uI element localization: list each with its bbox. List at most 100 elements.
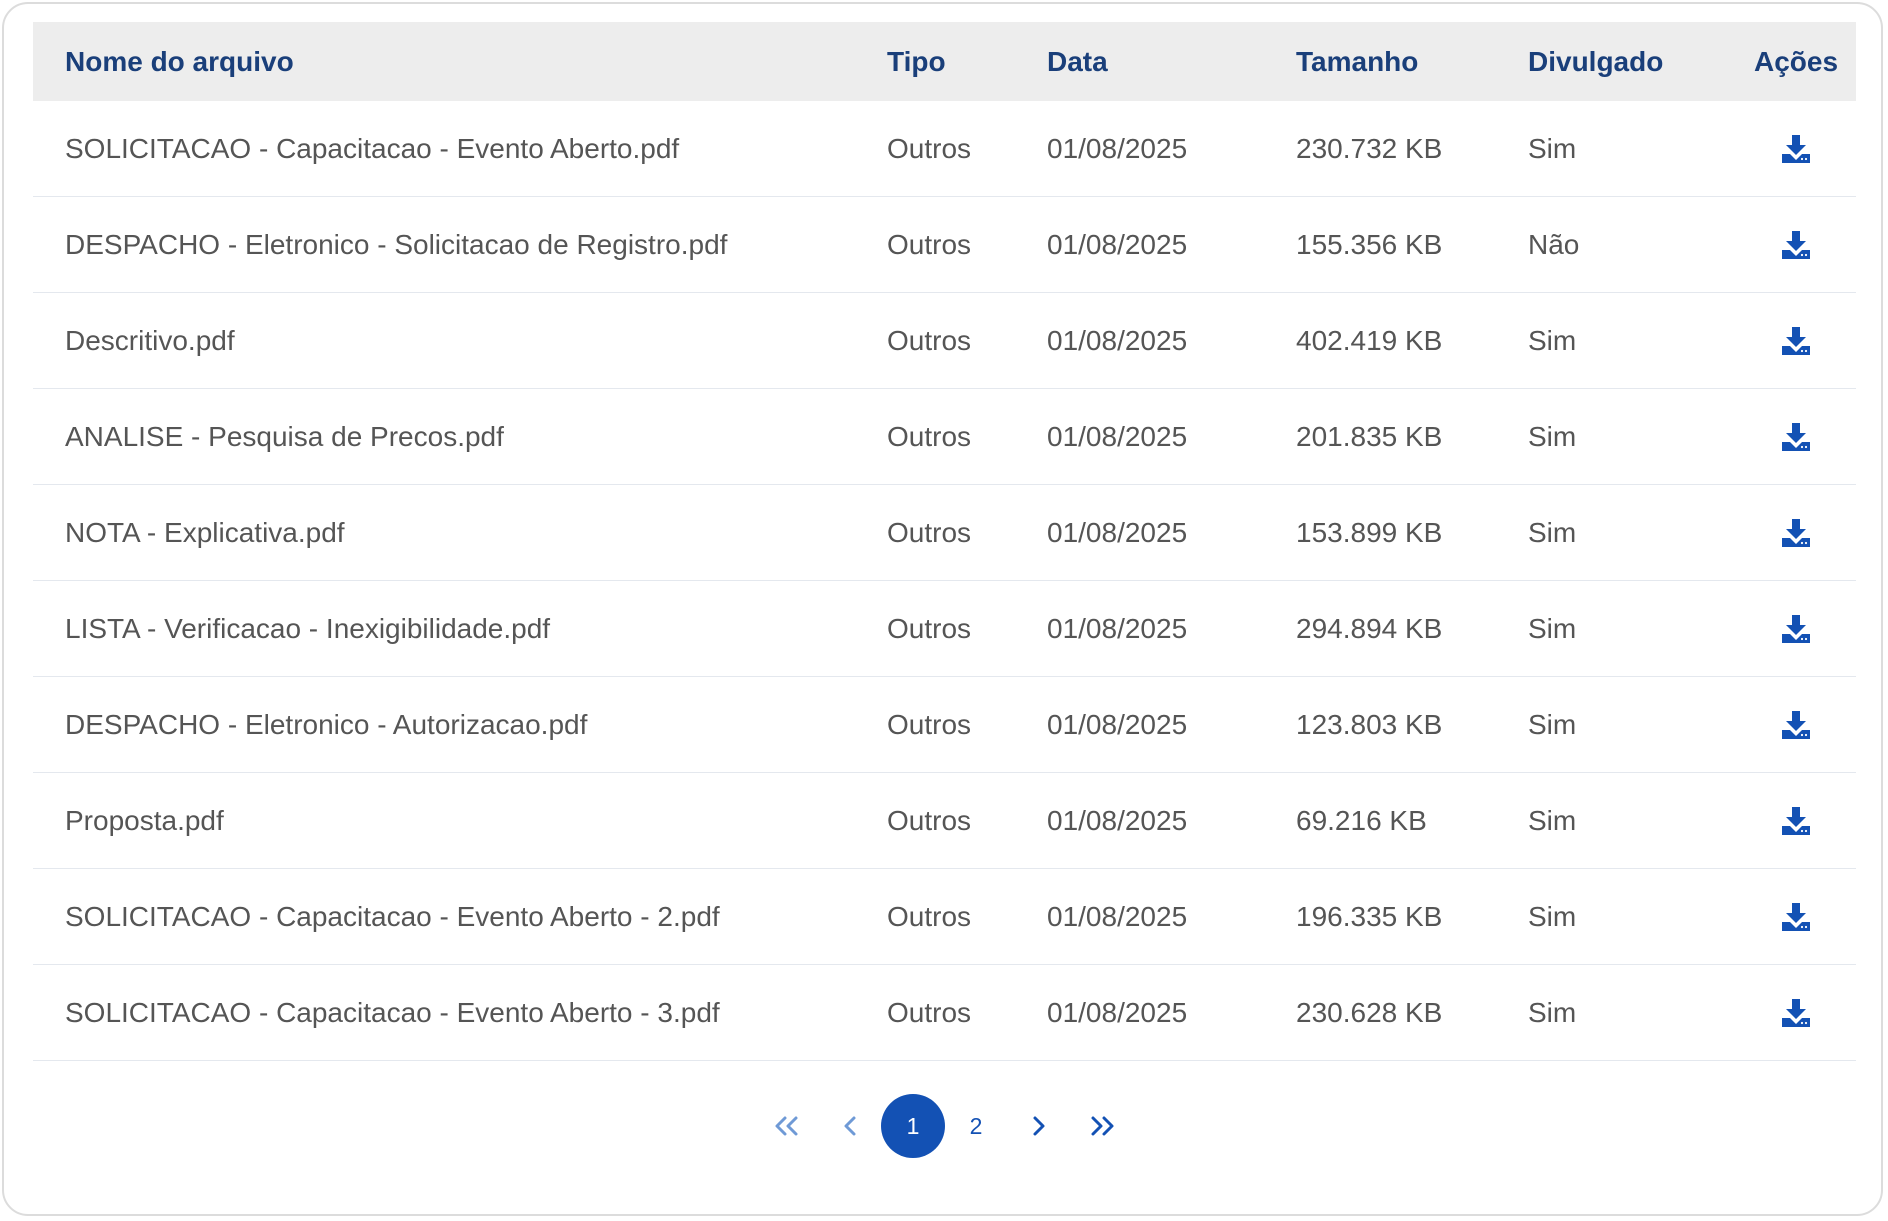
published-cell: Sim bbox=[1528, 996, 1577, 1028]
file-type-cell: Outros bbox=[887, 900, 972, 932]
file-size-cell: 153.899 KB bbox=[1296, 516, 1443, 548]
download-icon bbox=[1782, 998, 1810, 1027]
files-table: Nome do arquivo Tipo Data Tamanho Divulg… bbox=[33, 22, 1856, 1061]
header-size: Tamanho bbox=[1296, 45, 1419, 77]
header-published: Divulgado bbox=[1528, 45, 1664, 77]
actions-cell bbox=[1751, 485, 1841, 580]
actions-cell bbox=[1751, 869, 1841, 964]
file-size-cell: 201.835 KB bbox=[1296, 420, 1443, 452]
download-button[interactable] bbox=[1776, 321, 1816, 361]
actions-cell bbox=[1751, 965, 1841, 1060]
file-type-cell: Outros bbox=[887, 804, 972, 836]
table-row: SOLICITACAO - Capacitacao - Evento Abert… bbox=[33, 965, 1856, 1061]
published-cell: Sim bbox=[1528, 324, 1577, 356]
file-size-cell: 294.894 KB bbox=[1296, 612, 1443, 644]
file-type-cell: Outros bbox=[887, 132, 972, 164]
file-date-cell: 01/08/2025 bbox=[1047, 900, 1188, 932]
file-date-cell: 01/08/2025 bbox=[1047, 324, 1188, 356]
actions-cell bbox=[1751, 389, 1841, 484]
chevron-left-icon bbox=[844, 1116, 856, 1136]
file-name-cell: LISTA - Verificacao - Inexigibilidade.pd… bbox=[65, 612, 551, 644]
table-row: Proposta.pdf Outros 01/08/2025 69.216 KB Sim bbox=[33, 773, 1856, 869]
file-date-cell: 01/08/2025 bbox=[1047, 996, 1188, 1028]
table-header: Nome do arquivo Tipo Data Tamanho Divulg… bbox=[33, 22, 1856, 101]
page-2-button[interactable]: 2 bbox=[944, 1094, 1008, 1158]
download-button[interactable] bbox=[1776, 225, 1816, 265]
download-button[interactable] bbox=[1776, 801, 1816, 841]
file-name-cell: Descritivo.pdf bbox=[65, 324, 235, 356]
header-date: Data bbox=[1047, 45, 1108, 77]
actions-cell bbox=[1751, 773, 1841, 868]
header-name: Nome do arquivo bbox=[65, 45, 294, 77]
actions-cell bbox=[1751, 101, 1841, 196]
actions-cell bbox=[1751, 293, 1841, 388]
download-icon bbox=[1782, 806, 1810, 835]
file-type-cell: Outros bbox=[887, 612, 972, 644]
download-button[interactable] bbox=[1776, 513, 1816, 553]
file-date-cell: 01/08/2025 bbox=[1047, 612, 1188, 644]
double-chevron-left-icon bbox=[775, 1116, 798, 1136]
file-name-cell: Proposta.pdf bbox=[65, 804, 224, 836]
download-icon bbox=[1782, 902, 1810, 931]
file-date-cell: 01/08/2025 bbox=[1047, 708, 1188, 740]
download-button[interactable] bbox=[1776, 129, 1816, 169]
file-name-cell: NOTA - Explicativa.pdf bbox=[65, 516, 345, 548]
file-name-cell: SOLICITACAO - Capacitacao - Evento Abert… bbox=[65, 900, 720, 932]
last-page-button[interactable] bbox=[1080, 1094, 1124, 1158]
published-cell: Sim bbox=[1528, 420, 1577, 452]
download-icon bbox=[1782, 710, 1810, 739]
file-type-cell: Outros bbox=[887, 228, 972, 260]
download-icon bbox=[1782, 614, 1810, 643]
download-button[interactable] bbox=[1776, 897, 1816, 937]
file-type-cell: Outros bbox=[887, 420, 972, 452]
first-page-button[interactable] bbox=[765, 1094, 809, 1158]
file-name-cell: DESPACHO - Eletronico - Solicitacao de R… bbox=[65, 228, 728, 260]
published-cell: Sim bbox=[1528, 804, 1577, 836]
file-size-cell: 196.335 KB bbox=[1296, 900, 1443, 932]
download-button[interactable] bbox=[1776, 417, 1816, 457]
actions-cell bbox=[1751, 581, 1841, 676]
published-cell: Sim bbox=[1528, 900, 1577, 932]
download-icon bbox=[1782, 134, 1810, 163]
published-cell: Sim bbox=[1528, 516, 1577, 548]
actions-cell bbox=[1751, 677, 1841, 772]
next-page-button[interactable] bbox=[1016, 1094, 1060, 1158]
double-chevron-right-icon bbox=[1091, 1116, 1114, 1136]
actions-cell bbox=[1751, 197, 1841, 292]
file-size-cell: 155.356 KB bbox=[1296, 228, 1443, 260]
file-date-cell: 01/08/2025 bbox=[1047, 132, 1188, 164]
file-date-cell: 01/08/2025 bbox=[1047, 804, 1188, 836]
published-cell: Sim bbox=[1528, 708, 1577, 740]
file-date-cell: 01/08/2025 bbox=[1047, 420, 1188, 452]
published-cell: Sim bbox=[1528, 132, 1577, 164]
table-row: Descritivo.pdf Outros 01/08/2025 402.419 KB… bbox=[33, 293, 1856, 389]
file-size-cell: 123.803 KB bbox=[1296, 708, 1443, 740]
table-row: DESPACHO - Eletronico - Solicitacao de R… bbox=[33, 197, 1856, 293]
header-type: Tipo bbox=[887, 45, 946, 77]
download-icon bbox=[1782, 518, 1810, 547]
file-name-cell: DESPACHO - Eletronico - Autorizacao.pdf bbox=[65, 708, 588, 740]
file-size-cell: 402.419 KB bbox=[1296, 324, 1443, 356]
file-name-cell: SOLICITACAO - Capacitacao - Evento Abert… bbox=[65, 996, 720, 1028]
published-cell: Não bbox=[1528, 228, 1580, 260]
file-size-cell: 69.216 KB bbox=[1296, 804, 1427, 836]
previous-page-button[interactable] bbox=[829, 1094, 873, 1158]
download-button[interactable] bbox=[1776, 993, 1816, 1033]
file-type-cell: Outros bbox=[887, 516, 972, 548]
page-1-button[interactable]: 1 bbox=[881, 1094, 945, 1158]
published-cell: Sim bbox=[1528, 612, 1577, 644]
file-name-cell: SOLICITACAO - Capacitacao - Evento Abert… bbox=[65, 132, 680, 164]
download-button[interactable] bbox=[1776, 705, 1816, 745]
table-row: SOLICITACAO - Capacitacao - Evento Abert… bbox=[33, 101, 1856, 197]
file-size-cell: 230.732 KB bbox=[1296, 132, 1443, 164]
file-name-cell: ANALISE - Pesquisa de Precos.pdf bbox=[65, 420, 504, 452]
file-date-cell: 01/08/2025 bbox=[1047, 228, 1188, 260]
header-actions: Ações bbox=[1753, 45, 1839, 77]
file-size-cell: 230.628 KB bbox=[1296, 996, 1443, 1028]
pagination: 1 2 bbox=[0, 1094, 1888, 1158]
file-type-cell: Outros bbox=[887, 996, 972, 1028]
download-button[interactable] bbox=[1776, 609, 1816, 649]
file-type-cell: Outros bbox=[887, 324, 972, 356]
table-row: NOTA - Explicativa.pdf Outros 01/08/2025 15… bbox=[33, 485, 1856, 581]
table-row: DESPACHO - Eletronico - Autorizacao.pdf O… bbox=[33, 677, 1856, 773]
